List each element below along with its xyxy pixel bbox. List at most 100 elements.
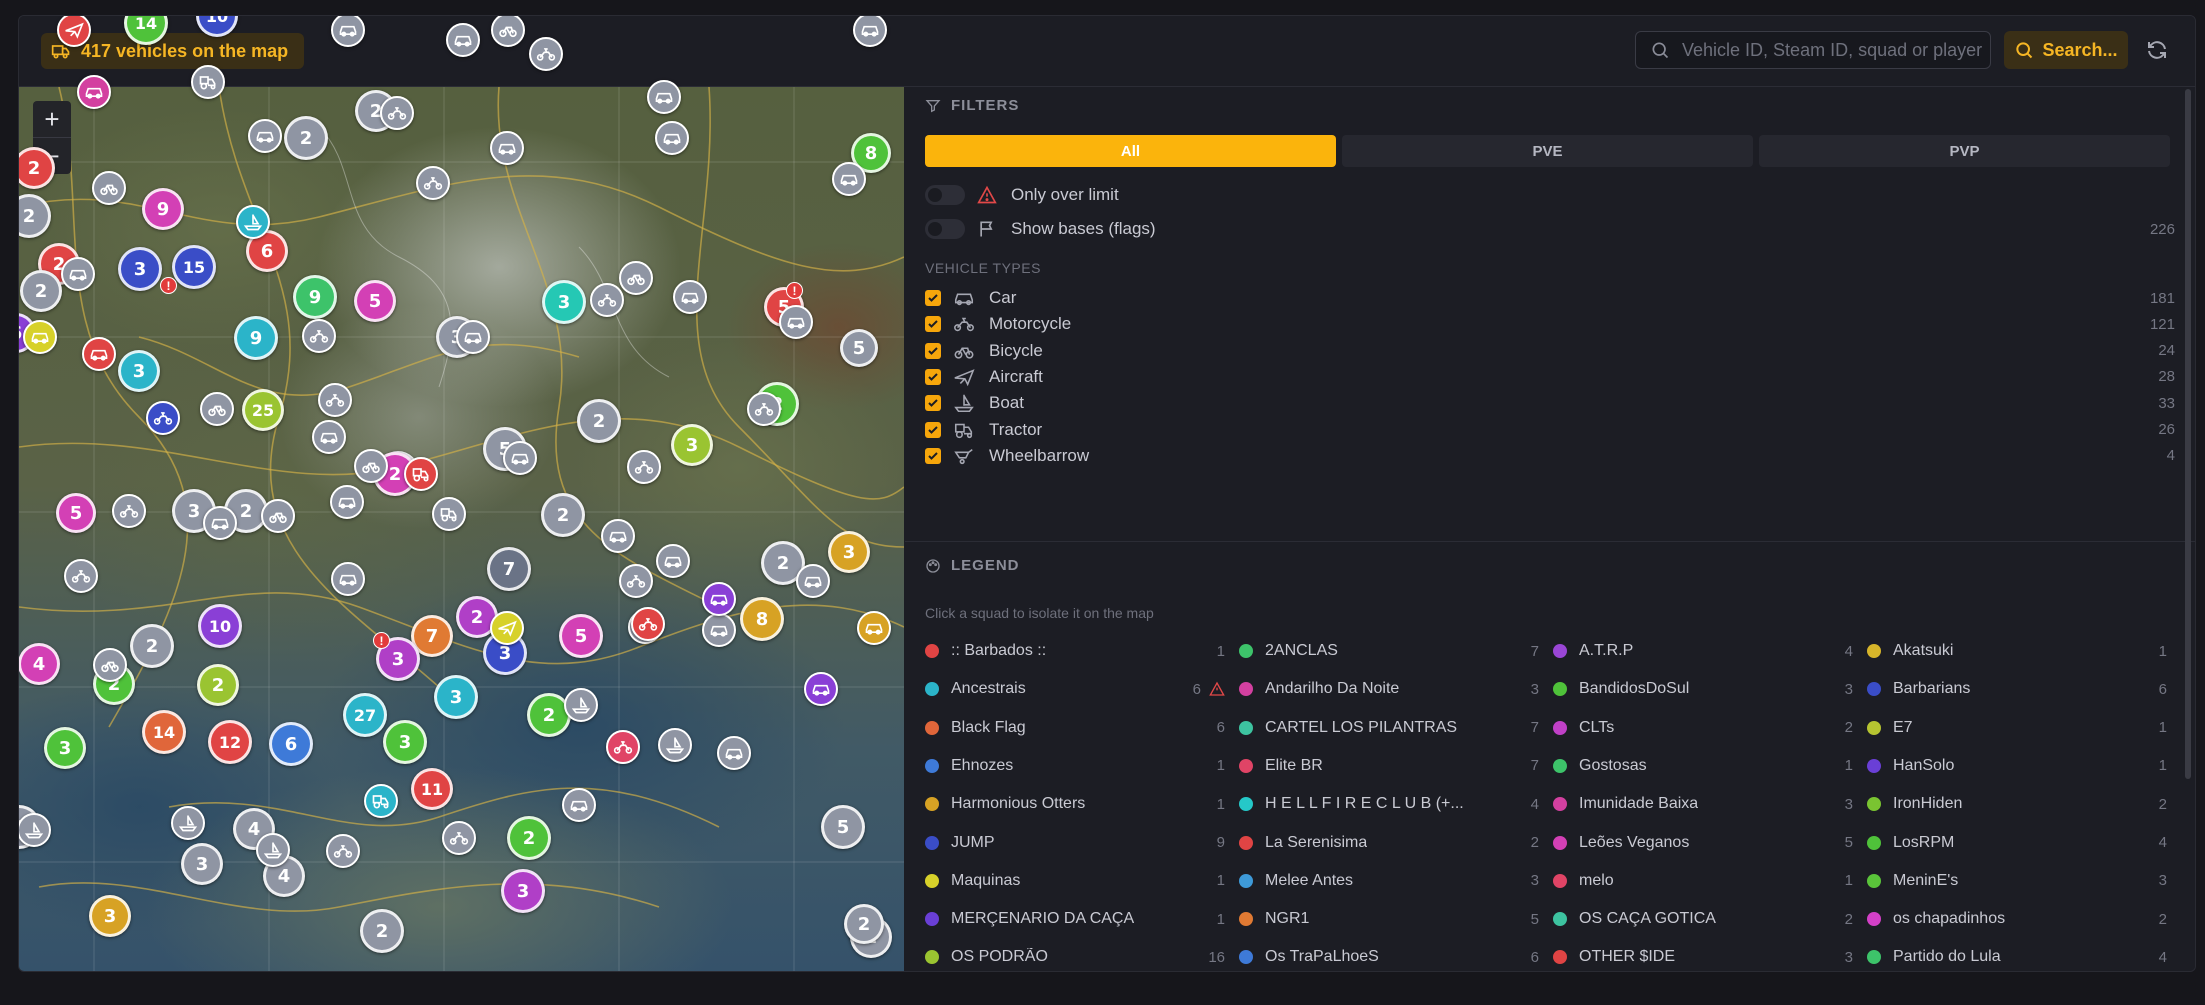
- legend-squad-item[interactable]: NGR1 5: [1239, 905, 1539, 933]
- vehicle-marker[interactable]: [446, 23, 480, 57]
- vehicle-marker[interactable]: [631, 607, 665, 641]
- search-button[interactable]: Search...: [2004, 31, 2128, 69]
- legend-squad-item[interactable]: Ancestrais 6: [925, 675, 1225, 703]
- vehicle-cluster[interactable]: 5: [354, 280, 396, 322]
- legend-squad-item[interactable]: OTHER $IDE 3: [1553, 943, 1853, 971]
- vehicle-cluster[interactable]: 5: [821, 805, 865, 849]
- legend-squad-item[interactable]: Melee Antes 3: [1239, 867, 1539, 895]
- legend-squad-item[interactable]: Maquinas 1: [925, 867, 1225, 895]
- vehicle-marker[interactable]: [832, 162, 866, 196]
- legend-squad-item[interactable]: A.T.R.P 4: [1553, 637, 1853, 665]
- search-field[interactable]: [1635, 31, 1991, 69]
- vehicle-marker[interactable]: [702, 582, 736, 616]
- legend-squad-item[interactable]: LosRPM 4: [1867, 829, 2167, 857]
- vehicle-marker[interactable]: [601, 519, 635, 553]
- vehicle-marker[interactable]: [442, 821, 476, 855]
- vehicle-marker[interactable]: [619, 261, 653, 295]
- vehicle-cluster[interactable]: 11: [411, 768, 453, 810]
- vehicle-marker[interactable]: [606, 730, 640, 764]
- vehicle-marker[interactable]: [261, 499, 295, 533]
- vehicle-marker[interactable]: [796, 564, 830, 598]
- legend-squad-item[interactable]: IronHiden 2: [1867, 790, 2167, 818]
- vehicle-cluster[interactable]: 2: [541, 493, 585, 537]
- vehicle-marker[interactable]: [248, 119, 282, 153]
- vehicle-marker[interactable]: [330, 485, 364, 519]
- vehicle-cluster[interactable]: 7: [487, 547, 531, 591]
- legend-squad-item[interactable]: E7 1: [1867, 714, 2167, 742]
- legend-squad-item[interactable]: MERÇENARIO DA CAÇA 1: [925, 905, 1225, 933]
- legend-squad-item[interactable]: Leões Veganos 5: [1553, 829, 1853, 857]
- vehicle-marker[interactable]: [82, 337, 116, 371]
- vehicle-marker[interactable]: [112, 494, 146, 528]
- vehicle-marker[interactable]: [456, 320, 490, 354]
- legend-squad-item[interactable]: MeninE's 3: [1867, 867, 2167, 895]
- vehicle-marker[interactable]: [236, 205, 270, 239]
- legend-squad-item[interactable]: Andarilho Da Noite 3: [1239, 675, 1539, 703]
- vehicle-cluster[interactable]: 2: [20, 270, 62, 312]
- only-over-limit-toggle[interactable]: [925, 185, 965, 205]
- legend-squad-item[interactable]: Ehnozes 1: [925, 752, 1225, 780]
- vehicle-marker[interactable]: [647, 80, 681, 114]
- vehicle-marker[interactable]: [19, 813, 51, 847]
- legend-squad-item[interactable]: BandidosDoSul 3: [1553, 675, 1853, 703]
- vehicle-marker[interactable]: [804, 672, 838, 706]
- legend-squad-item[interactable]: Akatsuki 1: [1867, 637, 2167, 665]
- vehicle-marker[interactable]: [92, 171, 126, 205]
- vehicle-cluster[interactable]: 2: [197, 664, 239, 706]
- legend-squad-item[interactable]: JUMP 9: [925, 829, 1225, 857]
- vehicle-marker[interactable]: [302, 319, 336, 353]
- vehicle-marker[interactable]: [191, 65, 225, 99]
- vehicle-marker[interactable]: [656, 544, 690, 578]
- vehicle-cluster[interactable]: 5: [56, 493, 96, 533]
- legend-squad-item[interactable]: Gostosas 1: [1553, 752, 1853, 780]
- vehicle-marker[interactable]: [318, 383, 352, 417]
- vehicle-marker[interactable]: [702, 613, 736, 647]
- legend-squad-item[interactable]: CLTs 2: [1553, 714, 1853, 742]
- vehicle-cluster[interactable]: 2: [844, 904, 884, 944]
- vehicle-cluster[interactable]: 14: [142, 710, 186, 754]
- sidebar-scrollbar[interactable]: [2185, 89, 2191, 779]
- legend-squad-item[interactable]: Os TraPaLhoeS 6: [1239, 943, 1539, 971]
- vehicle-type-checkbox[interactable]: [925, 395, 941, 412]
- legend-squad-item[interactable]: Black Flag 6: [925, 714, 1225, 742]
- legend-squad-item[interactable]: La Serenisima 2: [1239, 829, 1539, 857]
- vehicle-marker[interactable]: [256, 833, 290, 867]
- vehicle-cluster[interactable]: 3: [671, 424, 713, 466]
- tab-all[interactable]: All: [925, 135, 1336, 167]
- vehicle-cluster[interactable]: 4: [19, 643, 60, 685]
- vehicle-cluster[interactable]: 5: [559, 614, 603, 658]
- vehicle-type-checkbox[interactable]: [925, 342, 941, 359]
- vehicle-marker[interactable]: [658, 728, 692, 762]
- vehicle-marker[interactable]: [857, 611, 891, 645]
- vehicle-cluster[interactable]: 3: [118, 247, 162, 291]
- vehicle-cluster[interactable]: 6: [269, 722, 313, 766]
- vehicle-marker[interactable]: [23, 320, 57, 354]
- vehicle-marker[interactable]: [93, 648, 127, 682]
- legend-squad-item[interactable]: Harmonious Otters 1: [925, 790, 1225, 818]
- search-input[interactable]: [1680, 38, 1984, 62]
- vehicle-marker[interactable]: [380, 96, 414, 130]
- vehicle-marker[interactable]: [200, 392, 234, 426]
- legend-squad-item[interactable]: H E L L F I R E C L U B (+... 4: [1239, 790, 1539, 818]
- tab-pve[interactable]: PVE: [1342, 135, 1753, 167]
- vehicle-marker[interactable]: [432, 497, 466, 531]
- map-view[interactable]: + − 141022229315622695932533552235222352…: [19, 16, 904, 971]
- vehicle-cluster[interactable]: 9: [142, 188, 184, 230]
- vehicle-type-checkbox[interactable]: [925, 447, 941, 464]
- legend-squad-item[interactable]: melo 1: [1553, 867, 1853, 895]
- vehicle-cluster[interactable]: 12: [208, 720, 252, 764]
- vehicle-cluster[interactable]: 3: [501, 869, 545, 913]
- vehicle-marker[interactable]: [490, 611, 524, 645]
- vehicle-marker[interactable]: [171, 806, 205, 840]
- vehicle-marker[interactable]: [747, 392, 781, 426]
- vehicle-cluster[interactable]: 2: [577, 399, 621, 443]
- vehicle-marker[interactable]: [779, 305, 813, 339]
- vehicle-cluster[interactable]: 2: [507, 816, 551, 860]
- vehicle-marker[interactable]: [61, 257, 95, 291]
- legend-squad-item[interactable]: OS CAÇA GOTICA 2: [1553, 905, 1853, 933]
- legend-squad-item[interactable]: Partido do Lula 4: [1867, 943, 2167, 971]
- vehicle-marker[interactable]: [64, 559, 98, 593]
- vehicle-type-checkbox[interactable]: [925, 368, 941, 385]
- vehicle-type-checkbox[interactable]: [925, 290, 941, 306]
- vehicle-cluster[interactable]: 5: [840, 329, 878, 367]
